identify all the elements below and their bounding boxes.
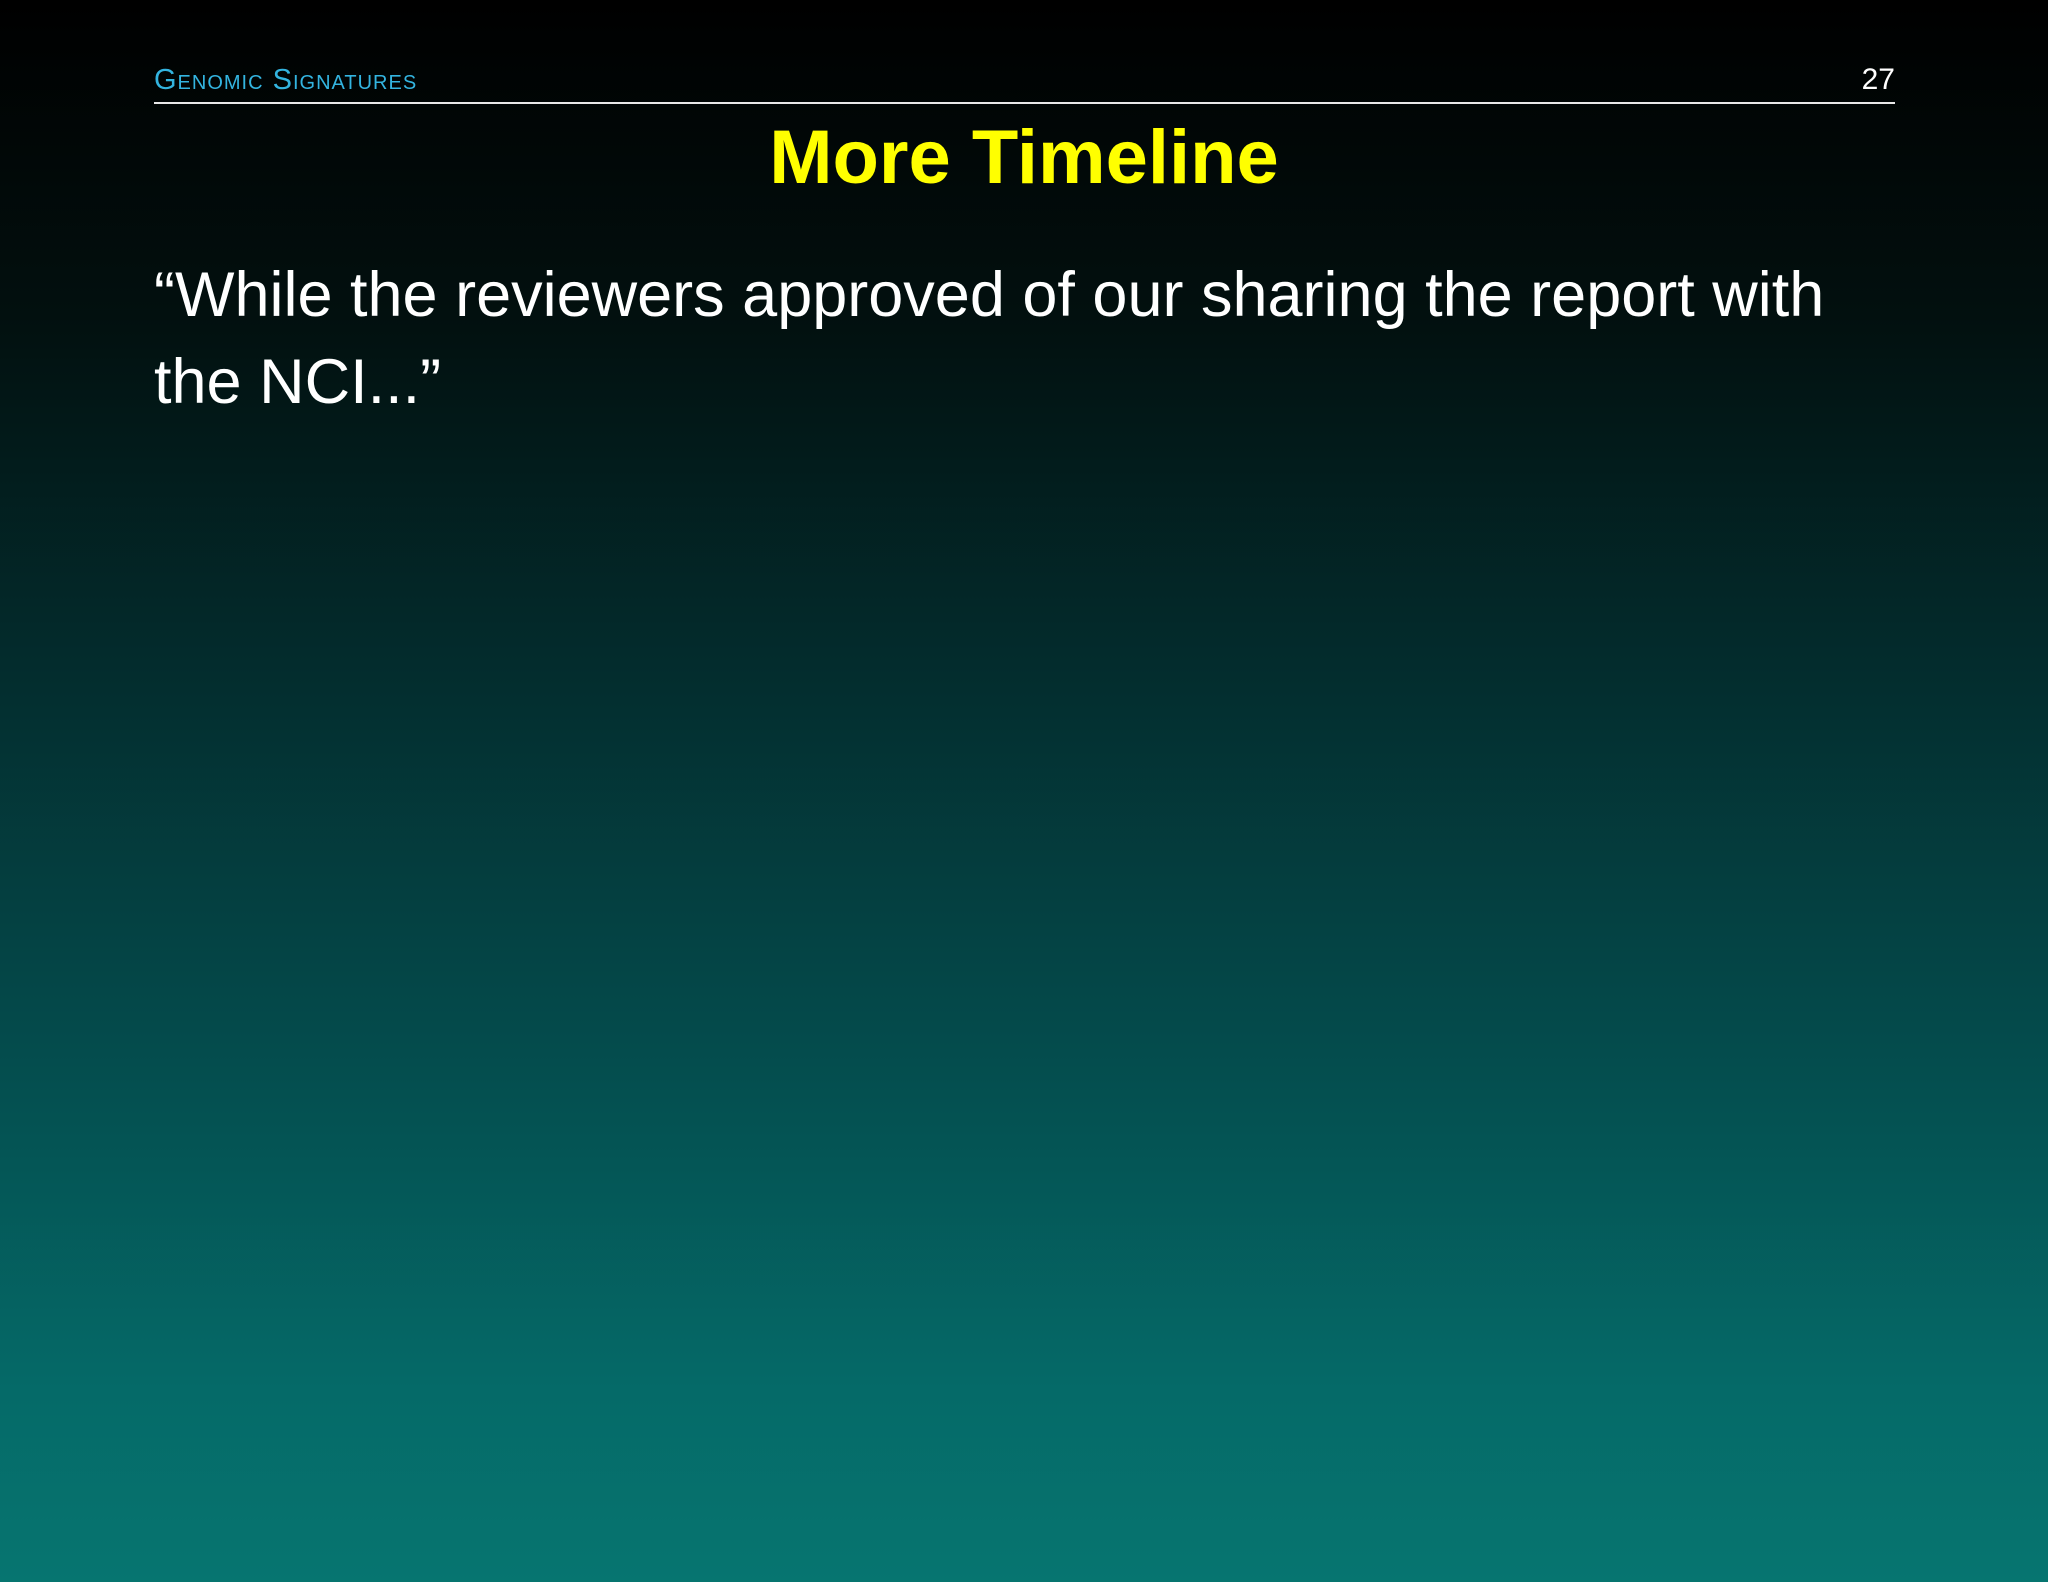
slide: Genomic Signatures 27 More Timeline “Whi… [0, 0, 2048, 1582]
slide-header: Genomic Signatures 27 [154, 60, 1895, 104]
slide-title: More Timeline [769, 115, 1279, 200]
quote-text: “While the reviewers approved of our sha… [154, 260, 1825, 417]
section-title: Genomic Signatures [154, 64, 418, 96]
page-number: 27 [1861, 63, 1895, 96]
